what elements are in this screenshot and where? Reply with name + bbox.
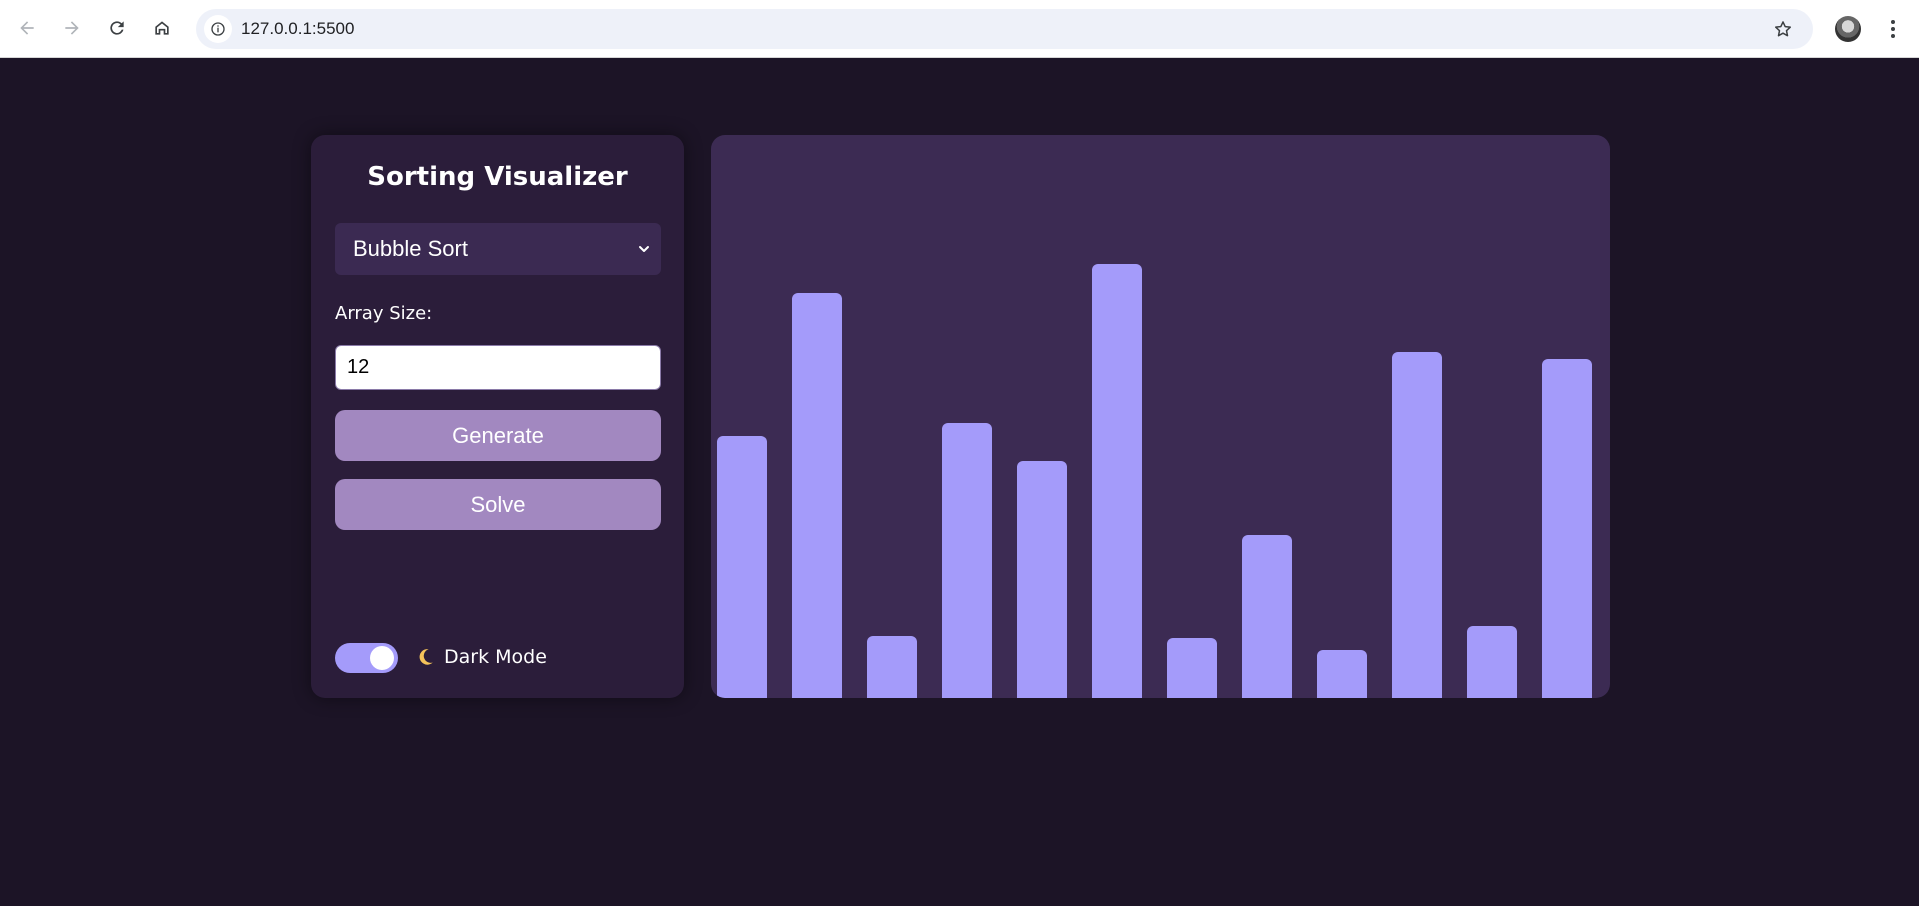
site-info-button[interactable] bbox=[204, 15, 232, 43]
home-button[interactable] bbox=[147, 13, 177, 43]
array-bar bbox=[1467, 626, 1517, 698]
array-bar bbox=[1392, 352, 1442, 698]
page-title: Sorting Visualizer bbox=[367, 162, 628, 192]
array-bar bbox=[1092, 264, 1142, 698]
browser-toolbar: 127.0.0.1:5500 bbox=[0, 0, 1919, 58]
url-text: 127.0.0.1:5500 bbox=[241, 19, 355, 38]
array-size-label: Array Size: bbox=[335, 303, 433, 324]
profile-avatar[interactable] bbox=[1835, 16, 1861, 42]
dark-mode-toggle[interactable] bbox=[335, 643, 398, 673]
bars-container bbox=[711, 135, 1610, 698]
browser-menu-button[interactable] bbox=[1881, 17, 1905, 41]
array-bar bbox=[792, 293, 842, 698]
dark-mode-label: Dark Mode bbox=[444, 646, 547, 668]
control-panel: Sorting Visualizer Bubble Sort Array Siz… bbox=[311, 135, 684, 698]
reload-icon bbox=[110, 21, 124, 35]
array-size-input[interactable] bbox=[335, 345, 661, 390]
arrow-right-icon bbox=[65, 21, 79, 35]
array-bar bbox=[1017, 461, 1067, 698]
reload-button[interactable] bbox=[102, 13, 132, 43]
array-bar bbox=[717, 436, 767, 698]
menu-dot-icon bbox=[1891, 34, 1895, 38]
bookmark-button[interactable] bbox=[1771, 17, 1795, 41]
array-bar bbox=[1542, 359, 1592, 698]
algorithm-select[interactable]: Bubble Sort bbox=[335, 223, 661, 275]
array-bar bbox=[1167, 638, 1217, 698]
array-bar bbox=[867, 636, 917, 698]
toggle-knob bbox=[370, 646, 394, 670]
chevron-down-icon bbox=[639, 246, 649, 252]
arrow-left-icon bbox=[20, 21, 34, 35]
info-icon bbox=[211, 22, 225, 36]
array-bar bbox=[1317, 650, 1367, 698]
array-bar bbox=[942, 423, 992, 698]
array-bar bbox=[1242, 535, 1292, 698]
back-button[interactable] bbox=[12, 13, 42, 43]
star-icon bbox=[1775, 21, 1791, 37]
address-bar[interactable]: 127.0.0.1:5500 bbox=[196, 9, 1813, 49]
home-icon bbox=[155, 21, 169, 35]
menu-dot-icon bbox=[1891, 27, 1895, 31]
solve-button[interactable]: Solve bbox=[335, 479, 661, 530]
algorithm-select-value: Bubble Sort bbox=[353, 236, 468, 261]
forward-button[interactable] bbox=[57, 13, 87, 43]
generate-button[interactable]: Generate bbox=[335, 410, 661, 461]
menu-dot-icon bbox=[1891, 20, 1895, 24]
moon-icon bbox=[419, 649, 433, 665]
